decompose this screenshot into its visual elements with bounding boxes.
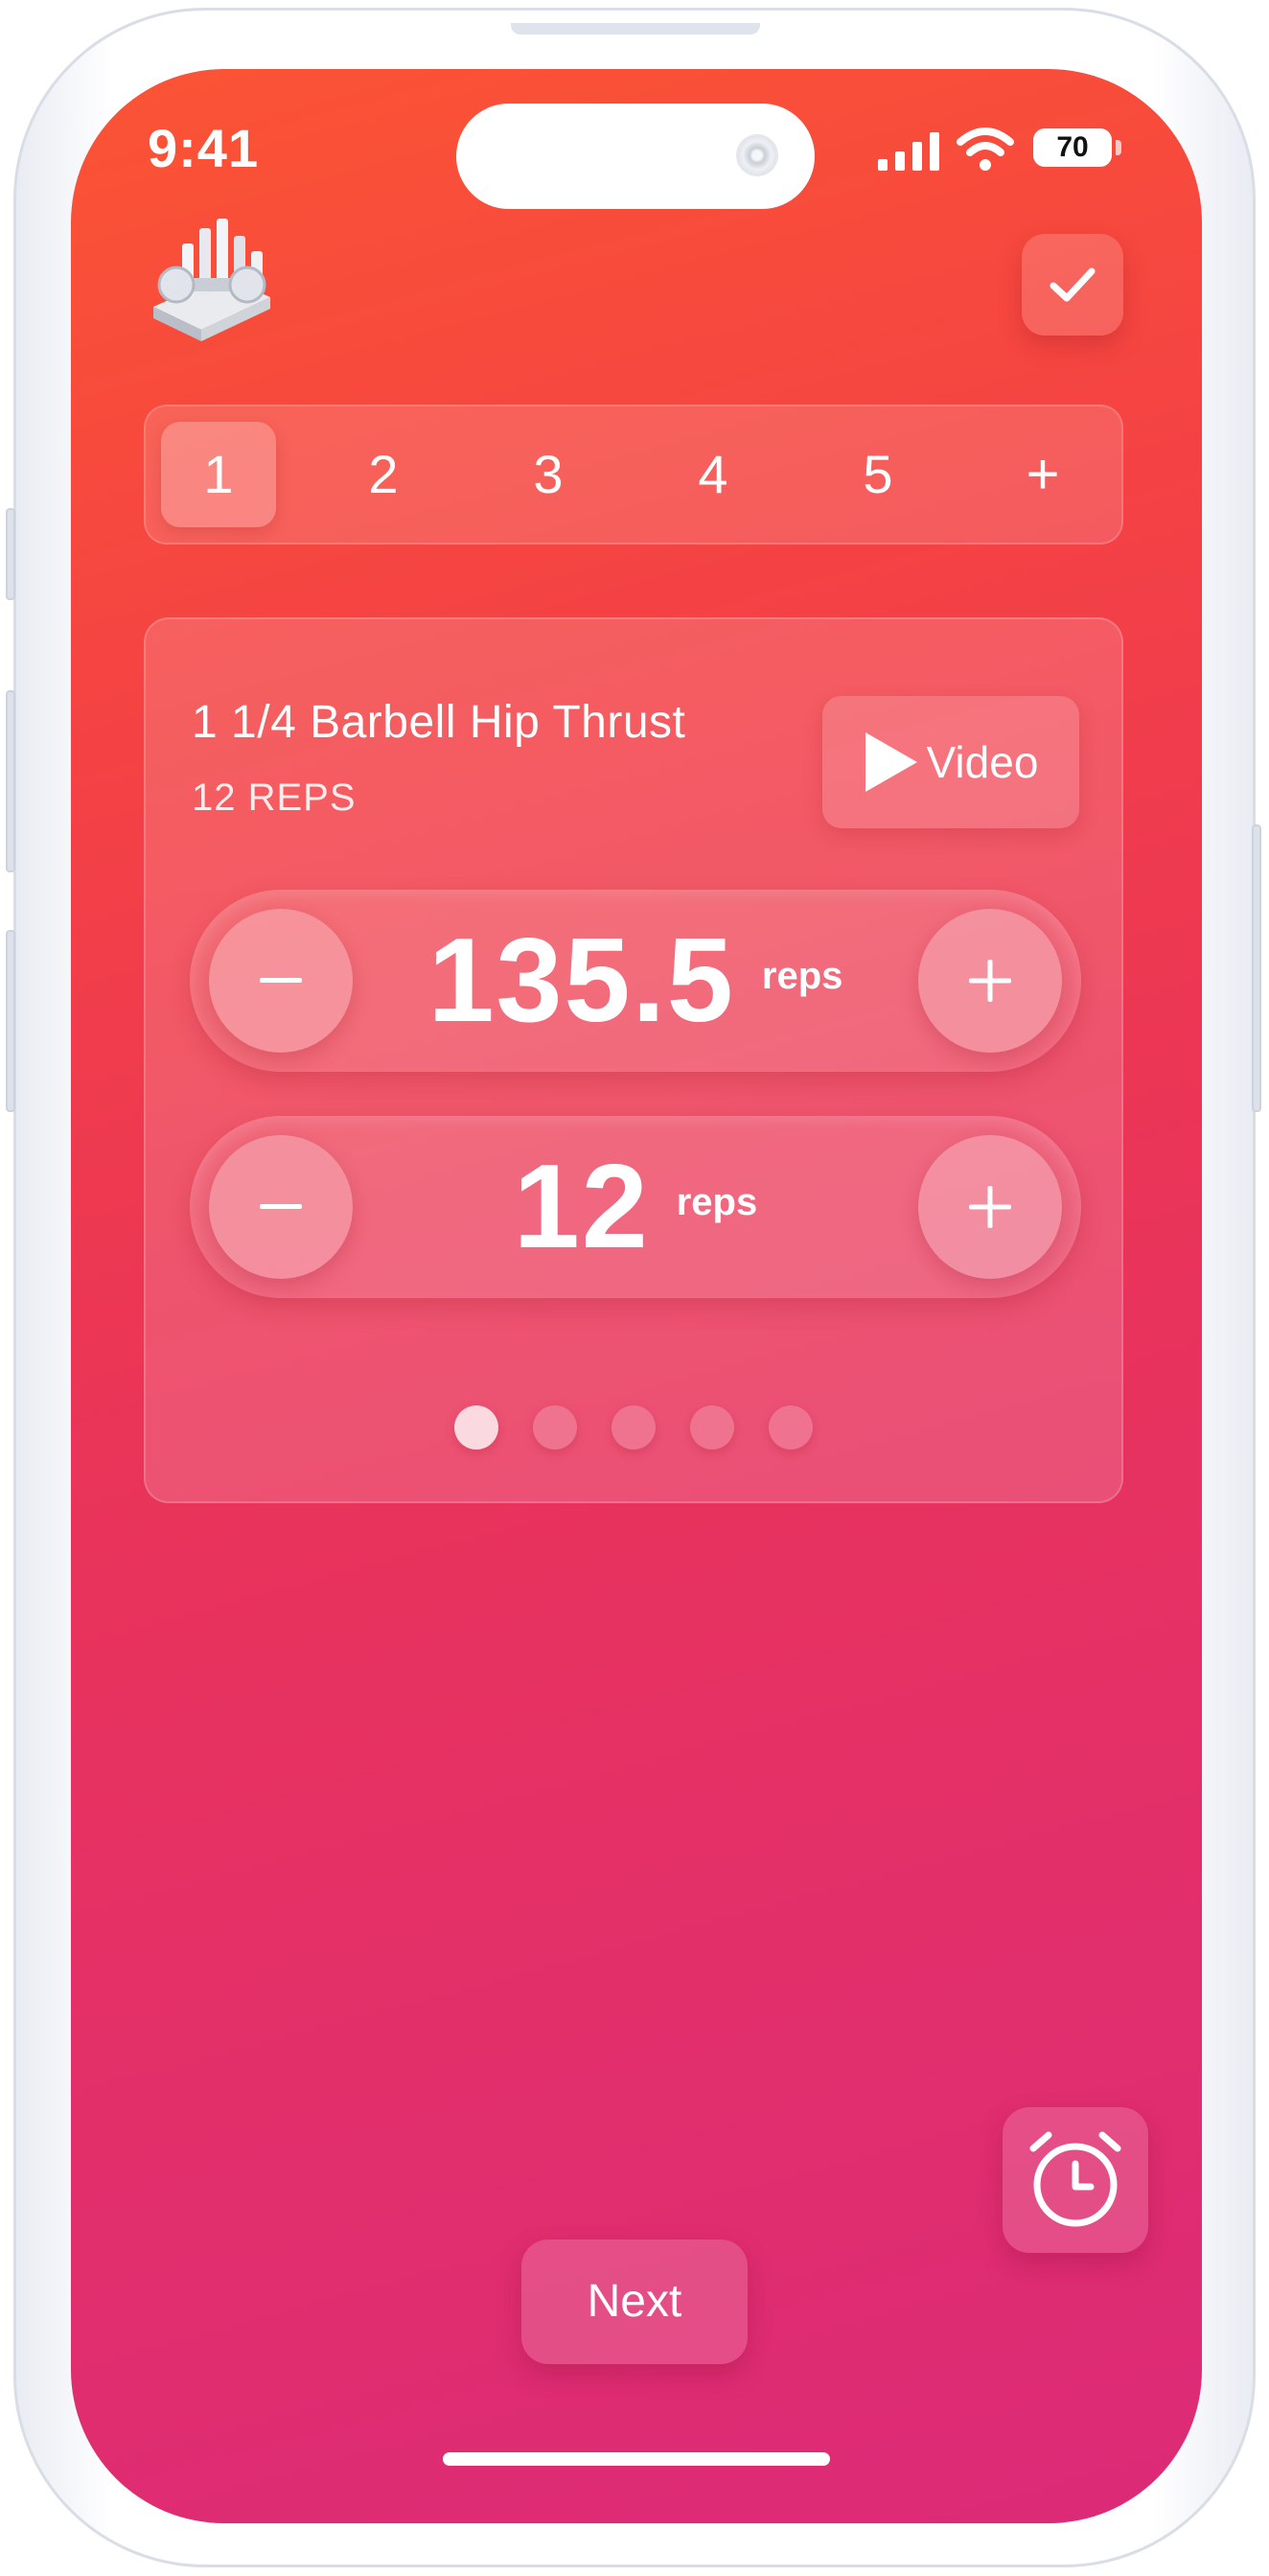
cellular-signal-icon <box>878 132 939 171</box>
exercise-name: 1 1/4 Barbell Hip Thrust <box>192 697 686 748</box>
page-indicator <box>146 1405 1121 1450</box>
set-tab-3[interactable]: 3 <box>491 422 606 527</box>
action-button <box>6 508 15 600</box>
weight-unit: reps <box>761 954 843 997</box>
power-button <box>1252 824 1261 1112</box>
page-dot[interactable] <box>533 1405 577 1450</box>
exercise-target-reps: 12 REPS <box>192 777 357 819</box>
finish-workout-button[interactable] <box>1022 234 1123 336</box>
set-tab-4[interactable]: 4 <box>656 422 771 527</box>
reps-unit: reps <box>676 1180 758 1223</box>
minus-icon <box>260 978 302 983</box>
dynamic-island <box>456 104 815 209</box>
home-indicator[interactable] <box>443 2452 830 2466</box>
reps-value: 12 <box>513 1141 650 1273</box>
next-button[interactable]: Next <box>521 2239 748 2364</box>
set-tabs: 1 2 3 4 5 + <box>144 405 1123 545</box>
exercise-card: 1 1/4 Barbell Hip Thrust 12 REPS Video 1… <box>144 617 1123 1503</box>
status-time: 9:41 <box>148 118 260 178</box>
rest-timer-button[interactable] <box>1003 2107 1148 2253</box>
reps-stepper: 12 reps <box>190 1116 1081 1298</box>
plus-icon <box>969 960 1011 1002</box>
set-tab-5[interactable]: 5 <box>820 422 935 527</box>
reps-display: 12 reps <box>362 1116 909 1298</box>
app-screen: 9:41 70 1 2 3 4 5 + 1 1/4 Barbell Hip Th… <box>71 69 1202 2523</box>
reps-increment-button[interactable] <box>918 1135 1062 1279</box>
play-icon <box>865 732 917 792</box>
add-set-button[interactable]: + <box>985 422 1100 527</box>
weight-stepper: 135.5 reps <box>190 890 1081 1072</box>
dumbbell-rack-icon <box>153 219 270 341</box>
camera-icon <box>736 134 778 176</box>
volume-down-button <box>6 930 15 1112</box>
checkmark-icon <box>1050 267 1096 302</box>
page-dot[interactable] <box>690 1405 734 1450</box>
weight-display: 135.5 reps <box>362 890 909 1072</box>
volume-up-button <box>6 690 15 872</box>
reps-decrement-button[interactable] <box>209 1135 353 1279</box>
set-tab-2[interactable]: 2 <box>326 422 441 527</box>
weight-decrement-button[interactable] <box>209 909 353 1053</box>
video-button[interactable]: Video <box>822 696 1079 828</box>
battery-icon: 70 <box>1033 128 1112 167</box>
page-dot[interactable] <box>611 1405 656 1450</box>
alarm-clock-icon <box>1029 2131 1121 2227</box>
page-dot[interactable] <box>769 1405 813 1450</box>
set-tab-1[interactable]: 1 <box>161 422 276 527</box>
battery-tip <box>1116 140 1121 155</box>
minus-icon <box>260 1204 302 1209</box>
plus-icon <box>969 1186 1011 1228</box>
speaker-grille <box>511 23 760 35</box>
weight-increment-button[interactable] <box>918 909 1062 1053</box>
wifi-icon <box>957 128 1014 171</box>
video-label: Video <box>926 737 1039 787</box>
page-dot[interactable] <box>454 1405 498 1450</box>
weight-value: 135.5 <box>427 915 735 1047</box>
